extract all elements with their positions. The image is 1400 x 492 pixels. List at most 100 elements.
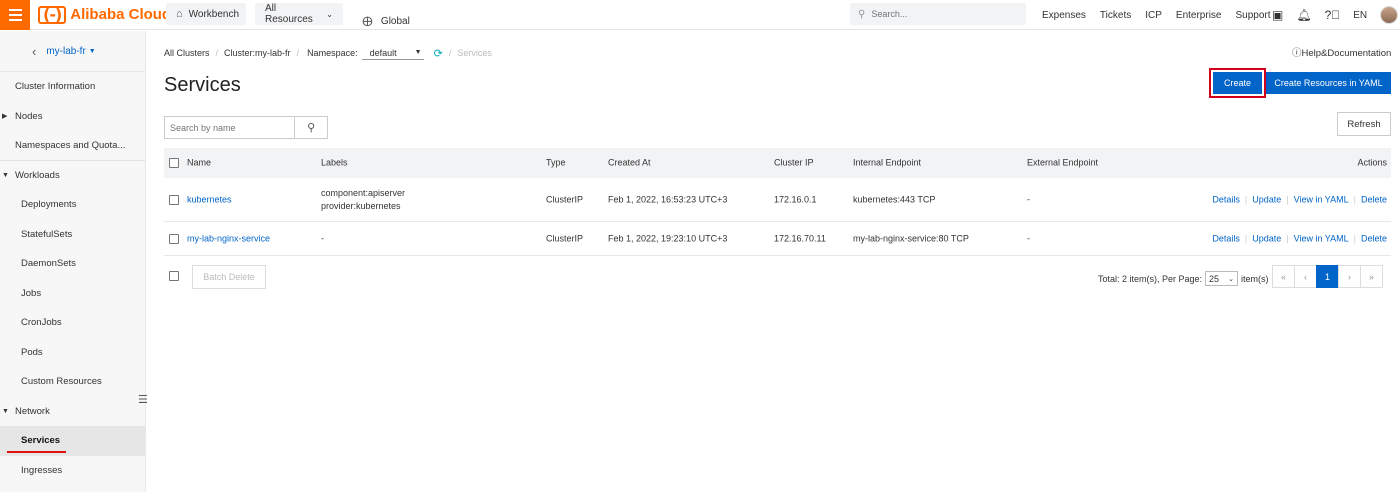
search-icon[interactable]: ⚲ xyxy=(295,117,327,138)
breadcrumb-current: Services xyxy=(457,48,492,58)
service-internal-endpoint: my-lab-nginx-service:80 TCP xyxy=(853,233,969,243)
sidebar-item-daemonsets[interactable]: DaemonSets xyxy=(0,249,145,279)
breadcrumb-separator: / xyxy=(448,48,452,58)
namespace-label: Namespace: xyxy=(307,48,358,58)
col-cluster-ip: Cluster IP xyxy=(774,157,814,168)
namespace-select[interactable]: default ▼ xyxy=(361,46,424,60)
sidebar-item-cronjobs[interactable]: CronJobs xyxy=(0,308,145,338)
next-page-button[interactable]: › xyxy=(1338,265,1361,288)
refresh-button[interactable]: Refresh xyxy=(1337,112,1391,136)
top-icons: ▣ 🔔︎ ?⃝ EN xyxy=(1272,0,1399,30)
caret-down-icon: ▼ xyxy=(414,49,422,56)
service-internal-endpoint: kubernetes:443 TCP xyxy=(853,194,936,204)
sidebar-item-nodes[interactable]: ▶ Nodes xyxy=(0,102,145,132)
update-link[interactable]: Update xyxy=(1252,193,1281,206)
sidebar-item-cluster-information[interactable]: Cluster Information xyxy=(0,72,145,102)
delete-link[interactable]: Delete xyxy=(1361,193,1387,206)
refresh-icon[interactable]: ⟳ xyxy=(434,47,443,60)
col-external-endpoint: External Endpoint xyxy=(1027,157,1099,168)
footer-select-all-checkbox[interactable] xyxy=(169,271,179,281)
service-external-endpoint: - xyxy=(1027,233,1030,243)
global-search[interactable]: ⚲ xyxy=(850,3,1026,25)
caret-down-icon: ▼ xyxy=(2,407,9,415)
col-internal-endpoint: Internal Endpoint xyxy=(853,157,922,168)
create-yaml-button[interactable]: Create Resources in YAML xyxy=(1266,72,1391,94)
all-resources-dropdown[interactable]: All Resources ⌄ xyxy=(255,3,343,25)
service-name-link[interactable]: my-lab-nginx-service xyxy=(187,232,270,245)
breadcrumb-cluster[interactable]: Cluster:my-lab-fr xyxy=(224,48,291,58)
update-link[interactable]: Update xyxy=(1252,232,1281,245)
link-icp[interactable]: ICP xyxy=(1145,10,1162,21)
row-checkbox[interactable] xyxy=(169,233,179,244)
label-item: provider:kubernetes xyxy=(321,200,401,211)
caret-right-icon: ▶ xyxy=(2,113,8,121)
workbench-label: Workbench xyxy=(188,8,240,20)
prev-page-button[interactable]: ‹ xyxy=(1294,265,1317,288)
avatar[interactable] xyxy=(1380,6,1399,24)
sidebar-item-statefulsets[interactable]: StatefulSets xyxy=(0,220,145,250)
help-documentation-link[interactable]: ⓘHelp&Documentation xyxy=(1292,45,1391,59)
back-arrow-icon[interactable]: ‹ xyxy=(32,44,36,59)
details-link[interactable]: Details xyxy=(1212,193,1240,206)
service-type: ClusterIP xyxy=(546,233,584,243)
breadcrumb-all-clusters[interactable]: All Clusters xyxy=(164,48,210,58)
sidebar-item-jobs[interactable]: Jobs xyxy=(0,279,145,309)
view-yaml-link[interactable]: View in YAML xyxy=(1294,232,1349,245)
table-footer: Batch Delete Total: 2 item(s), Per Page:… xyxy=(164,265,1391,289)
sidebar-group-network[interactable]: ▼ Network xyxy=(0,397,145,427)
last-page-button[interactable]: » xyxy=(1360,265,1383,288)
search-icon: ⚲ xyxy=(858,8,866,20)
sidebar-item-label: Nodes xyxy=(15,110,43,122)
workbench-button[interactable]: ⌂ Workbench xyxy=(166,3,246,25)
per-page-select[interactable]: 25 ⌄ xyxy=(1205,271,1239,286)
table-row: kubernetes component:apiserver provider:… xyxy=(164,178,1391,222)
col-actions: Actions xyxy=(1357,157,1387,168)
global-search-input[interactable] xyxy=(871,9,1002,19)
terminal-icon[interactable]: ▣ xyxy=(1272,8,1283,22)
details-link[interactable]: Details xyxy=(1212,232,1240,245)
help-label: Help&Documentation xyxy=(1301,48,1392,59)
table-header: Name Labels Type Created At Cluster IP I… xyxy=(164,148,1391,178)
alibaba-cloud-logo[interactable]: (-) Alibaba Cloud xyxy=(38,0,171,30)
all-resources-label: All Resources xyxy=(265,3,313,25)
sidebar-item-custom-resources[interactable]: Custom Resources xyxy=(0,367,145,397)
sidebar-group-workloads[interactable]: ▼ Workloads xyxy=(0,161,145,191)
search-input[interactable] xyxy=(165,117,296,138)
cluster-selector[interactable]: ‹ my-lab-fr ▼ xyxy=(0,31,145,72)
items-suffix: item(s) xyxy=(1241,273,1269,284)
sidebar-item-ingresses[interactable]: Ingresses xyxy=(0,456,145,486)
sidebar-collapse-icon[interactable]: ☰ xyxy=(138,393,148,406)
language-switch[interactable]: EN xyxy=(1353,10,1367,21)
page-button-current[interactable]: 1 xyxy=(1316,265,1339,288)
link-tickets[interactable]: Tickets xyxy=(1100,10,1131,21)
delete-link[interactable]: Delete xyxy=(1361,232,1387,245)
menu-icon[interactable] xyxy=(0,0,30,30)
sidebar-item-deployments[interactable]: Deployments xyxy=(0,190,145,220)
first-page-button[interactable]: « xyxy=(1272,265,1295,288)
region-selector[interactable]: 🜨 Global xyxy=(362,8,410,34)
help-circle-icon[interactable]: ?⃝ xyxy=(1325,8,1341,22)
sidebar-item-pods[interactable]: Pods xyxy=(0,338,145,368)
view-yaml-link[interactable]: View in YAML xyxy=(1294,193,1349,206)
action-divider: | xyxy=(1353,194,1356,204)
sidebar-item-services[interactable]: Services xyxy=(0,426,145,456)
caret-down-icon: ▼ xyxy=(2,171,9,179)
create-button[interactable]: Create xyxy=(1213,72,1262,94)
service-created: Feb 1, 2022, 19:23:10 UTC+3 xyxy=(608,233,728,243)
per-page-value: 25 xyxy=(1209,273,1220,284)
service-search: ⚲ xyxy=(164,116,328,139)
row-checkbox[interactable] xyxy=(169,194,179,205)
select-all-checkbox[interactable] xyxy=(169,158,179,168)
service-type: ClusterIP xyxy=(546,194,584,204)
link-expenses[interactable]: Expenses xyxy=(1042,10,1086,21)
link-enterprise[interactable]: Enterprise xyxy=(1176,10,1222,21)
service-external-endpoint: - xyxy=(1027,194,1030,204)
link-support[interactable]: Support xyxy=(1235,10,1270,21)
service-name-link[interactable]: kubernetes xyxy=(187,193,232,206)
batch-delete-button[interactable]: Batch Delete xyxy=(192,265,266,289)
page-title: Services xyxy=(164,74,241,96)
pagination: « ‹ 1 › » xyxy=(1272,265,1383,288)
sidebar-item-namespaces[interactable]: Namespaces and Quota... xyxy=(0,131,145,161)
action-divider: | xyxy=(1244,194,1248,204)
bell-icon[interactable]: 🔔︎ xyxy=(1296,8,1311,22)
